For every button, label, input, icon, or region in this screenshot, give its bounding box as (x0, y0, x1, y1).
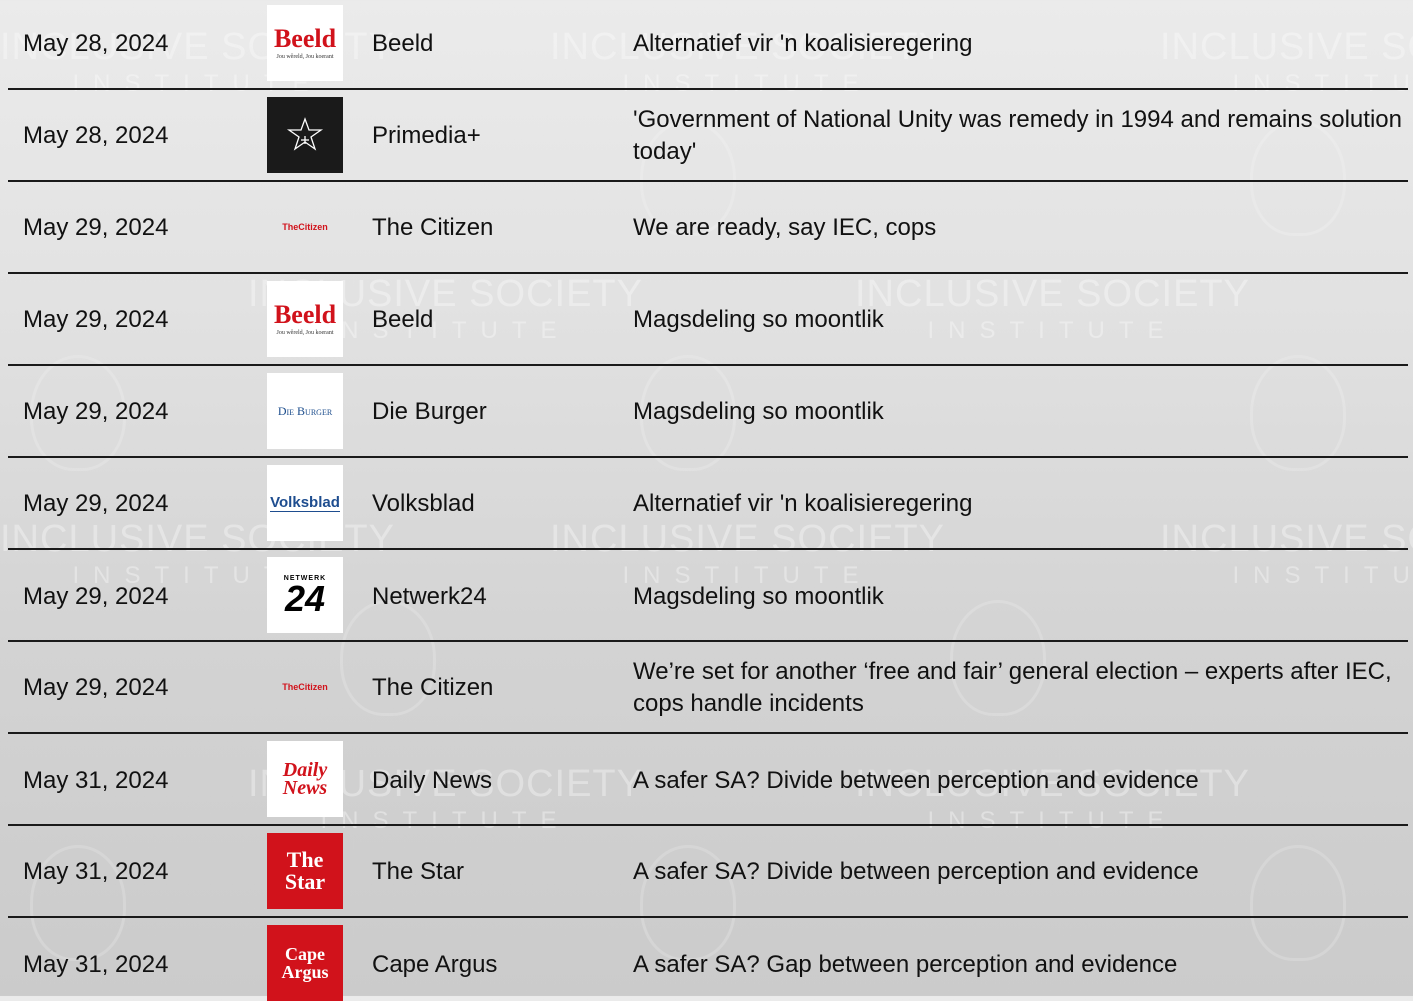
table-row: May 29, 2024 TheCitizen The Citizen We a… (0, 182, 1413, 272)
table-row: May 29, 2024 Volksblad Volksblad Alterna… (0, 458, 1413, 548)
die-burger-logo: Die Burger (267, 373, 343, 449)
the-citizen-logo: TheCitizen (282, 222, 328, 232)
row-divider (8, 456, 1408, 458)
primedia-logo (267, 97, 343, 173)
table-row: May 31, 2024 Daily News Daily News A safe… (0, 734, 1413, 824)
cape-argus-logo: Cape Argus (267, 925, 343, 1001)
row-date: May 31, 2024 (23, 951, 169, 978)
table-row: May 31, 2024 The Star The Star A safer SA… (0, 826, 1413, 916)
star-plus-icon (286, 117, 324, 151)
the-citizen-logo: TheCitizen (282, 682, 328, 692)
table-row: May 28, 2024 Primedia+ 'Government of Na… (0, 90, 1413, 180)
row-source: Die Burger (372, 398, 487, 425)
row-date: May 29, 2024 (23, 490, 169, 517)
row-date: May 29, 2024 (23, 674, 169, 701)
row-divider (8, 548, 1408, 550)
row-source: The Star (372, 858, 465, 885)
row-date: May 29, 2024 (23, 398, 169, 425)
row-headline[interactable]: Alternatief vir 'n koalisieregering (633, 28, 1403, 60)
row-date: May 28, 2024 (23, 122, 169, 149)
row-divider (8, 640, 1408, 642)
row-headline[interactable]: A safer SA? Divide between perception an… (633, 765, 1403, 797)
volksblad-logo: Volksblad (267, 465, 343, 541)
table-row: May 29, 2024 Die Burger Die Burger Magsd… (0, 366, 1413, 456)
row-headline[interactable]: We are ready, say IEC, cops (633, 212, 1403, 244)
row-headline[interactable]: We’re set for another ‘free and fair’ ge… (633, 656, 1403, 720)
row-headline[interactable]: 'Government of National Unity was remedy… (633, 104, 1403, 168)
row-headline[interactable]: Magsdeling so moontlik (633, 396, 1403, 428)
row-source: Volksblad (372, 490, 475, 517)
row-date: May 29, 2024 (23, 306, 169, 333)
row-source: The Citizen (372, 214, 494, 241)
table-row: May 29, 2024 TheCitizen The Citizen We’r… (0, 642, 1413, 732)
table-row: May 29, 2024 Beeld Jou wêreld, Jou koeran… (0, 274, 1413, 364)
row-divider (8, 88, 1408, 90)
row-date: May 31, 2024 (23, 767, 169, 794)
row-date: May 29, 2024 (23, 214, 169, 241)
row-source: Netwerk24 (372, 583, 487, 610)
the-star-logo: The Star (267, 833, 343, 909)
row-date: May 31, 2024 (23, 858, 169, 885)
table-row: May 28, 2024 Beeld Jou wêreld, Jou koeran… (0, 0, 1413, 88)
beeld-logo: Beeld Jou wêreld, Jou koerant (267, 5, 343, 81)
row-source: Primedia+ (372, 122, 481, 149)
row-date: May 28, 2024 (23, 30, 169, 57)
row-divider (8, 180, 1408, 182)
daily-news-logo: Daily News (267, 741, 343, 817)
row-source: Daily News (372, 767, 493, 794)
row-divider (8, 732, 1408, 734)
row-headline[interactable]: Magsdeling so moontlik (633, 304, 1403, 336)
row-divider (8, 916, 1408, 918)
row-divider (8, 364, 1408, 366)
row-source: Beeld (372, 30, 434, 57)
row-date: May 29, 2024 (23, 583, 169, 610)
row-source: Beeld (372, 306, 434, 333)
table-row: May 29, 2024 NETWERK 24 Netwerk24 Magsdel… (0, 550, 1413, 640)
row-headline[interactable]: Magsdeling so moontlik (633, 581, 1403, 613)
table-row: May 31, 2024 Cape Argus Cape Argus A safe… (0, 918, 1413, 1001)
row-headline[interactable]: A safer SA? Gap between perception and e… (633, 949, 1403, 981)
beeld-logo: Beeld Jou wêreld, Jou koerant (267, 281, 343, 357)
row-source: The Citizen (372, 674, 494, 701)
row-divider (8, 272, 1408, 274)
row-divider (8, 824, 1408, 826)
row-source: Cape Argus (372, 951, 498, 978)
netwerk24-logo: NETWERK 24 (267, 557, 343, 633)
row-headline[interactable]: A safer SA? Divide between perception an… (633, 856, 1403, 888)
row-headline[interactable]: Alternatief vir 'n koalisieregering (633, 488, 1403, 520)
